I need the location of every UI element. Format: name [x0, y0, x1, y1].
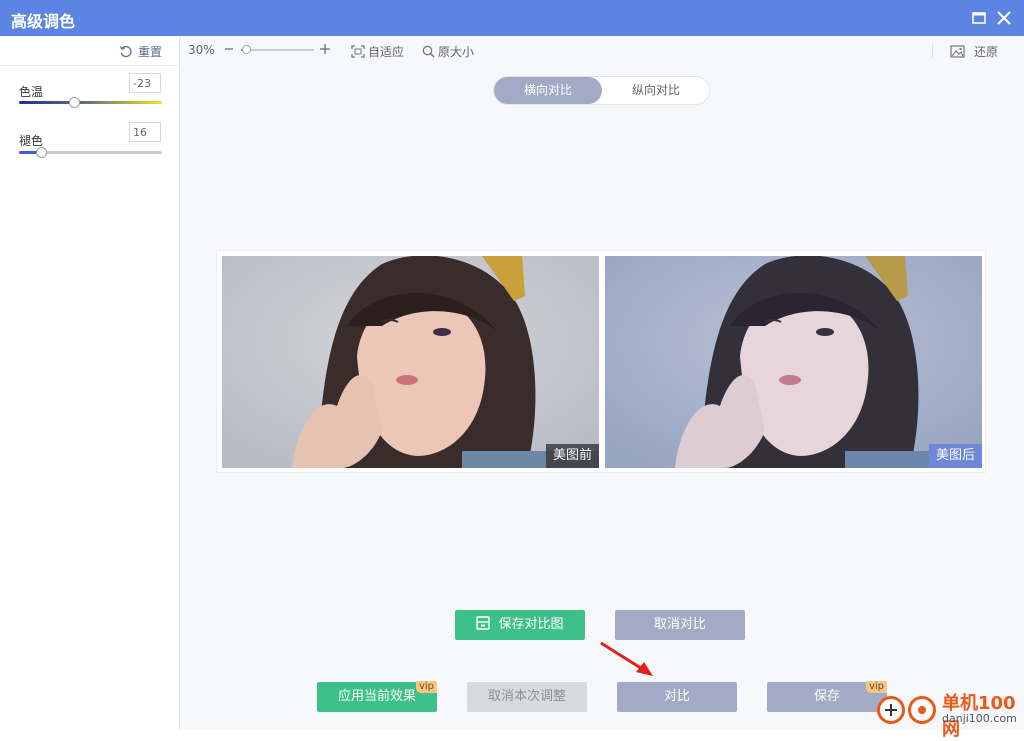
zoom-slider[interactable] — [241, 45, 314, 54]
watermark-dot-icon — [908, 696, 936, 724]
fade-slider-handle[interactable] — [36, 147, 48, 158]
adjust-panel-header: 重置 — [0, 36, 179, 66]
zoom-out-icon[interactable] — [224, 42, 234, 56]
watermark: 单机100网 danji100.com — [874, 688, 1024, 740]
watermark-domain: danji100.com — [942, 712, 1017, 725]
save-compare-label: 保存对比图 — [498, 617, 564, 632]
temperature-label: 色温 — [19, 85, 44, 99]
before-label: 美图前 — [545, 444, 599, 468]
magnifier-icon — [422, 45, 435, 58]
title-bar: 高级调色 — [0, 0, 1024, 36]
reset-label: 重置 — [137, 45, 162, 59]
compare-preview: 美图前 美图后 — [216, 250, 986, 473]
fit-label: 自适应 — [368, 45, 405, 59]
reset-button[interactable]: 重置 — [119, 43, 162, 60]
save-button[interactable]: 保存 vip — [767, 681, 887, 712]
cancel-compare-button[interactable]: 取消对比 — [615, 610, 745, 640]
before-image: 美图前 — [222, 256, 599, 468]
tab-vertical-compare[interactable]: 纵向对比 — [602, 77, 710, 104]
cancel-adjust-button[interactable]: 取消本次调整 — [467, 682, 587, 712]
maximize-icon[interactable] — [970, 9, 988, 27]
watermark-plus-icon — [877, 696, 905, 724]
preview-toolbar: 30% 自适应 原大小 还原 — [180, 36, 1024, 65]
original-size-button[interactable]: 原大小 — [422, 43, 474, 60]
fit-button[interactable]: 自适应 — [351, 43, 404, 60]
zoom-slider-handle[interactable] — [242, 45, 252, 54]
tab-horizontal-compare[interactable]: 横向对比 — [494, 77, 602, 104]
reset-icon — [119, 45, 132, 57]
image-icon — [950, 45, 965, 58]
zoom-in-icon[interactable] — [319, 42, 331, 56]
after-image: 美图后 — [605, 256, 982, 468]
restore-button[interactable]: 还原 — [950, 43, 998, 60]
restore-label: 还原 — [974, 45, 999, 59]
apply-current-button[interactable]: 应用当前效果 vip — [317, 681, 437, 712]
fade-value-input[interactable]: 16 — [129, 122, 161, 142]
save-label: 保存 — [813, 689, 840, 704]
window-title: 高级调色 — [11, 12, 76, 31]
after-label: 美图后 — [928, 444, 982, 468]
compare-mode-toggle: 横向对比 纵向对比 — [493, 76, 710, 105]
close-icon[interactable] — [995, 9, 1013, 27]
toolbar-divider — [932, 43, 933, 58]
vip-badge: vip — [415, 681, 437, 693]
annotation-arrow-icon — [600, 641, 653, 676]
save-compare-button[interactable]: 保存对比图 — [455, 610, 585, 640]
compare-button[interactable]: 对比 — [617, 682, 737, 712]
adjust-panel: 重置 色温 -23 褪色 16 — [0, 36, 180, 730]
temperature-slider[interactable] — [19, 97, 162, 108]
save-icon — [476, 616, 491, 630]
apply-current-label: 应用当前效果 — [337, 689, 416, 704]
zoom-percent: 30% — [188, 43, 215, 57]
temperature-value-input[interactable]: -23 — [129, 73, 161, 93]
fade-slider[interactable] — [19, 147, 162, 158]
original-size-label: 原大小 — [438, 45, 475, 59]
fit-icon — [351, 45, 365, 58]
preview-area: 30% 自适应 原大小 还原 横向对比 纵向对比 美图前 美图后 保存对比图 取… — [180, 36, 1024, 730]
temperature-slider-handle[interactable] — [69, 97, 81, 108]
